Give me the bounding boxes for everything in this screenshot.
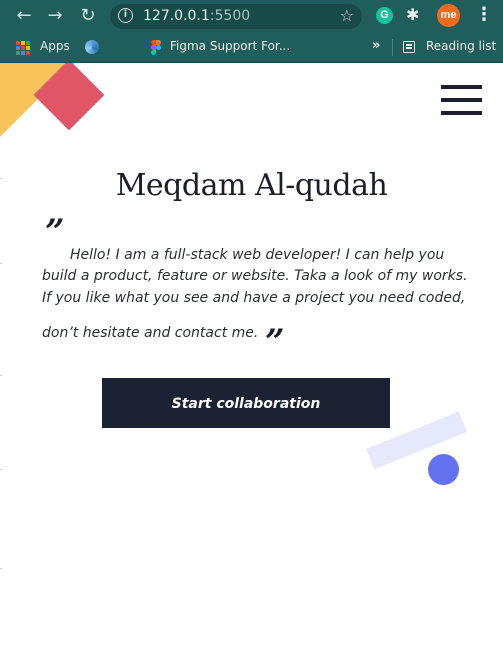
grammarly-extension-icon[interactable]: G (376, 7, 393, 24)
bookmark-site-icon[interactable] (85, 40, 99, 54)
kebab-menu-icon[interactable]: ⋮ (475, 4, 493, 26)
edge-tick (0, 469, 2, 470)
browser-toolbar: ← → ↻ i 127.0.0.1:5500 ☆ G ✱ me ⋮ (0, 0, 503, 33)
bio-line: don’t hesitate and contact me. (42, 325, 259, 341)
profile-avatar[interactable]: me (437, 4, 460, 27)
bookmark-apps[interactable]: Apps (40, 39, 70, 53)
forward-icon[interactable]: → (45, 6, 65, 26)
bookmarks-bar: Apps Figma Support For... » Reading list (0, 33, 503, 63)
edge-tick (0, 263, 2, 264)
edge-tick (0, 178, 2, 179)
bio-line: Hello! I am a full-stack web developer! … (70, 247, 445, 263)
figma-icon (151, 40, 161, 55)
page-viewport: Meqdam Al-qudah ” Hello! I am a full-sta… (0, 63, 503, 667)
url-text[interactable]: 127.0.0.1:5500 (143, 8, 250, 24)
edge-tick (0, 375, 2, 376)
url-port: :5500 (209, 8, 251, 24)
quote-close-icon: ” (265, 322, 285, 362)
back-icon[interactable]: ← (14, 6, 34, 26)
start-collaboration-button[interactable]: Start collaboration (102, 378, 390, 428)
star-icon[interactable]: ☆ (340, 6, 354, 25)
reading-list-icon[interactable] (403, 41, 415, 53)
hero-name: Meqdam Al-qudah (115, 168, 388, 203)
hamburger-menu-icon[interactable] (441, 85, 482, 116)
info-icon[interactable]: i (118, 8, 133, 23)
apps-grid-icon[interactable] (16, 41, 30, 55)
bio-line: If you like what you see and have a proj… (42, 290, 466, 306)
bookmark-figma[interactable]: Figma Support For... (170, 39, 290, 53)
reading-list-button[interactable]: Reading list (426, 39, 496, 53)
address-bar[interactable]: i 127.0.0.1:5500 ☆ (110, 4, 362, 29)
edge-tick (0, 568, 2, 569)
bookmarks-overflow-icon[interactable]: » (372, 38, 380, 53)
decor-blue-dot (428, 454, 459, 485)
reload-icon[interactable]: ↻ (78, 6, 98, 26)
bio-line: build a product, feature or website. Tak… (42, 268, 468, 284)
quote-open-icon: ” (45, 212, 65, 252)
url-host: 127.0.0.1 (143, 8, 210, 24)
puzzle-icon[interactable]: ✱ (406, 5, 419, 24)
bookmarks-divider (392, 39, 393, 56)
